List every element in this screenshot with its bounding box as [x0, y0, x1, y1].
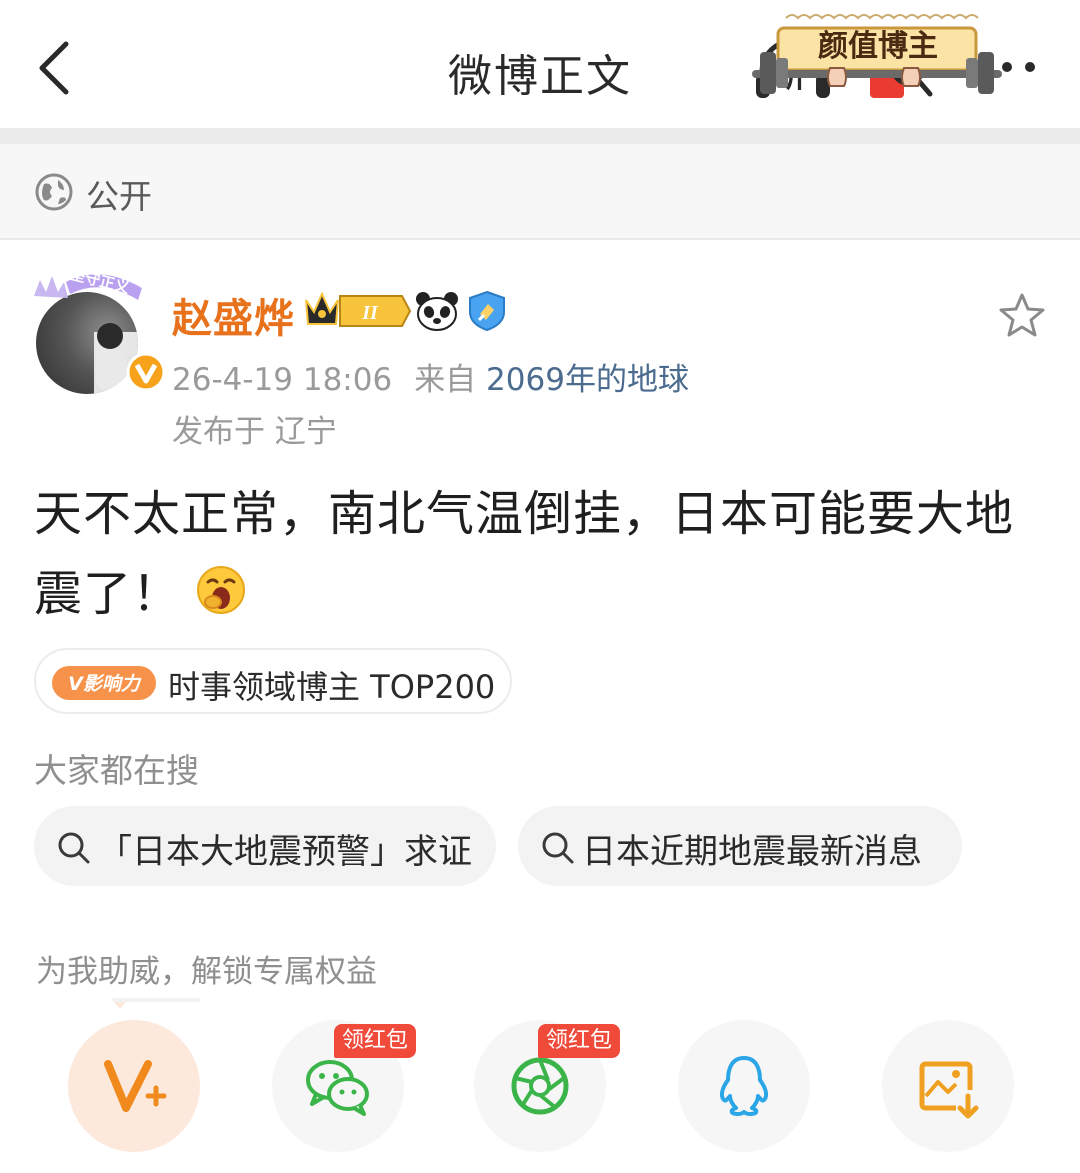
influence-tag-text: V影响力	[68, 673, 142, 695]
post-meta: 26-4-19 18:06 来自 2069年的地球	[172, 354, 689, 399]
star-outline-icon	[999, 293, 1045, 337]
crown-level-text: II	[361, 302, 379, 324]
post-body: 天不太正常，南北气温倒挂，日本可能要大地震了！	[34, 474, 1054, 634]
tab-indicator-icon	[112, 998, 200, 1009]
source-prefix: 来自	[414, 362, 477, 398]
wechat-icon	[306, 1060, 369, 1116]
author-name[interactable]: 赵盛烨	[172, 286, 295, 344]
globe-icon	[35, 173, 73, 211]
redpack-tag: 领红包	[538, 1024, 621, 1058]
favorite-button[interactable]	[998, 292, 1046, 338]
post-source-link[interactable]: 2069年的地球	[486, 362, 689, 398]
support-label: 为我助威，解锁专属权益	[36, 954, 377, 990]
v-plus-icon	[104, 1060, 167, 1112]
influence-text: 时事领域博主 TOP200	[168, 668, 496, 706]
shield-badge-icon[interactable]	[466, 290, 508, 332]
badge-yanzhi-label: 颜值博主	[818, 29, 938, 64]
search-icon	[58, 832, 90, 864]
section-divider	[0, 128, 1080, 144]
influence-chip[interactable]: V影响力 时事领域博主 TOP200	[34, 648, 512, 714]
v-influence-tag-icon: V影响力	[52, 666, 156, 700]
post-body-text: 天不太正常，南北气温倒挂，日本可能要大地震了！	[34, 486, 1015, 622]
search-icon	[542, 832, 574, 864]
redpack-tag: 领红包	[334, 1024, 417, 1058]
save-image-button[interactable]	[882, 1020, 1014, 1152]
save-image-icon	[919, 1061, 979, 1119]
crown-level-badge-icon[interactable]: II	[304, 290, 412, 332]
visibility-label: 公开	[86, 177, 152, 216]
search-chip-text: 日本近期地震最新消息	[582, 832, 922, 872]
moments-aperture-icon	[511, 1057, 569, 1115]
avatar[interactable]: 坚守正义	[30, 265, 166, 394]
search-chip-1[interactable]: 「日本大地震预警」求证	[34, 806, 496, 886]
qq-penguin-icon	[719, 1056, 769, 1116]
search-chip-text: 「日本大地震预警」求证	[98, 832, 472, 872]
post-location: 发布于 辽宁	[172, 414, 337, 450]
search-chip-2[interactable]: 日本近期地震最新消息	[518, 806, 962, 886]
post-timestamp: 26-4-19 18:06	[172, 362, 393, 398]
trending-search-label: 大家都在搜	[34, 751, 199, 790]
visibility-row: 公开	[0, 144, 1080, 240]
share-qq-button[interactable]	[678, 1020, 810, 1152]
v-plus-button[interactable]	[68, 1020, 200, 1152]
panda-icon[interactable]	[414, 290, 460, 332]
verified-v-icon	[126, 352, 166, 392]
yawn-emoji-icon	[197, 566, 246, 614]
